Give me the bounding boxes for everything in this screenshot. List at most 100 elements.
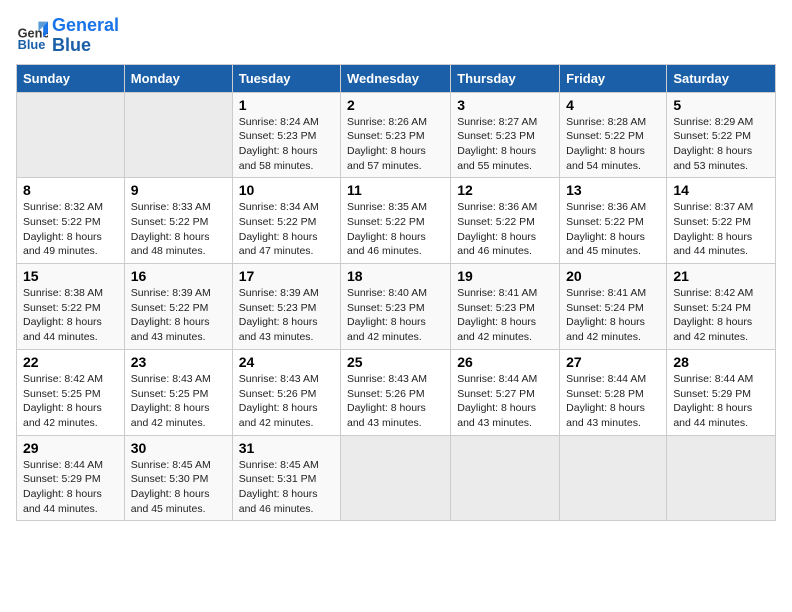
day-number: 16	[131, 268, 226, 284]
calendar-cell: 10 Sunrise: 8:34 AM Sunset: 5:22 PM Dayl…	[232, 178, 340, 264]
calendar-cell: 21 Sunrise: 8:42 AM Sunset: 5:24 PM Dayl…	[667, 264, 776, 350]
day-info: Sunrise: 8:26 AM Sunset: 5:23 PM Dayligh…	[347, 115, 444, 174]
day-number: 14	[673, 182, 769, 198]
day-number: 28	[673, 354, 769, 370]
day-info: Sunrise: 8:43 AM Sunset: 5:25 PM Dayligh…	[131, 372, 226, 431]
weekday-header-friday: Friday	[560, 64, 667, 92]
day-number: 4	[566, 97, 660, 113]
calendar-cell: 2 Sunrise: 8:26 AM Sunset: 5:23 PM Dayli…	[341, 92, 451, 178]
day-info: Sunrise: 8:29 AM Sunset: 5:22 PM Dayligh…	[673, 115, 769, 174]
day-info: Sunrise: 8:44 AM Sunset: 5:29 PM Dayligh…	[673, 372, 769, 431]
day-number: 20	[566, 268, 660, 284]
day-info: Sunrise: 8:35 AM Sunset: 5:22 PM Dayligh…	[347, 200, 444, 259]
calendar-cell	[17, 92, 125, 178]
logo-text: GeneralBlue	[52, 16, 119, 56]
day-number: 24	[239, 354, 334, 370]
day-info: Sunrise: 8:38 AM Sunset: 5:22 PM Dayligh…	[23, 286, 118, 345]
calendar-cell: 28 Sunrise: 8:44 AM Sunset: 5:29 PM Dayl…	[667, 349, 776, 435]
week-row-2: 8 Sunrise: 8:32 AM Sunset: 5:22 PM Dayli…	[17, 178, 776, 264]
day-info: Sunrise: 8:36 AM Sunset: 5:22 PM Dayligh…	[457, 200, 553, 259]
calendar-cell: 18 Sunrise: 8:40 AM Sunset: 5:23 PM Dayl…	[341, 264, 451, 350]
day-number: 13	[566, 182, 660, 198]
day-number: 10	[239, 182, 334, 198]
week-row-5: 29 Sunrise: 8:44 AM Sunset: 5:29 PM Dayl…	[17, 435, 776, 521]
day-info: Sunrise: 8:42 AM Sunset: 5:24 PM Dayligh…	[673, 286, 769, 345]
day-number: 11	[347, 182, 444, 198]
weekday-header-tuesday: Tuesday	[232, 64, 340, 92]
calendar-cell	[341, 435, 451, 521]
day-info: Sunrise: 8:39 AM Sunset: 5:22 PM Dayligh…	[131, 286, 226, 345]
calendar-cell: 30 Sunrise: 8:45 AM Sunset: 5:30 PM Dayl…	[124, 435, 232, 521]
calendar-cell: 14 Sunrise: 8:37 AM Sunset: 5:22 PM Dayl…	[667, 178, 776, 264]
day-number: 18	[347, 268, 444, 284]
day-info: Sunrise: 8:36 AM Sunset: 5:22 PM Dayligh…	[566, 200, 660, 259]
day-number: 9	[131, 182, 226, 198]
day-info: Sunrise: 8:40 AM Sunset: 5:23 PM Dayligh…	[347, 286, 444, 345]
calendar-cell: 19 Sunrise: 8:41 AM Sunset: 5:23 PM Dayl…	[451, 264, 560, 350]
day-info: Sunrise: 8:44 AM Sunset: 5:29 PM Dayligh…	[23, 458, 118, 517]
day-number: 27	[566, 354, 660, 370]
week-row-1: 1 Sunrise: 8:24 AM Sunset: 5:23 PM Dayli…	[17, 92, 776, 178]
calendar-cell: 17 Sunrise: 8:39 AM Sunset: 5:23 PM Dayl…	[232, 264, 340, 350]
day-info: Sunrise: 8:44 AM Sunset: 5:28 PM Dayligh…	[566, 372, 660, 431]
page-header: General Blue GeneralBlue	[16, 16, 776, 56]
calendar-cell: 29 Sunrise: 8:44 AM Sunset: 5:29 PM Dayl…	[17, 435, 125, 521]
weekday-header-monday: Monday	[124, 64, 232, 92]
day-info: Sunrise: 8:39 AM Sunset: 5:23 PM Dayligh…	[239, 286, 334, 345]
calendar-cell	[124, 92, 232, 178]
day-info: Sunrise: 8:45 AM Sunset: 5:31 PM Dayligh…	[239, 458, 334, 517]
day-info: Sunrise: 8:33 AM Sunset: 5:22 PM Dayligh…	[131, 200, 226, 259]
day-info: Sunrise: 8:41 AM Sunset: 5:23 PM Dayligh…	[457, 286, 553, 345]
day-number: 22	[23, 354, 118, 370]
day-info: Sunrise: 8:41 AM Sunset: 5:24 PM Dayligh…	[566, 286, 660, 345]
calendar-cell: 24 Sunrise: 8:43 AM Sunset: 5:26 PM Dayl…	[232, 349, 340, 435]
day-info: Sunrise: 8:44 AM Sunset: 5:27 PM Dayligh…	[457, 372, 553, 431]
day-number: 23	[131, 354, 226, 370]
weekday-header-wednesday: Wednesday	[341, 64, 451, 92]
calendar-cell: 13 Sunrise: 8:36 AM Sunset: 5:22 PM Dayl…	[560, 178, 667, 264]
day-number: 1	[239, 97, 334, 113]
logo: General Blue GeneralBlue	[16, 16, 119, 56]
day-number: 15	[23, 268, 118, 284]
calendar-cell: 9 Sunrise: 8:33 AM Sunset: 5:22 PM Dayli…	[124, 178, 232, 264]
day-number: 5	[673, 97, 769, 113]
calendar-cell: 5 Sunrise: 8:29 AM Sunset: 5:22 PM Dayli…	[667, 92, 776, 178]
day-number: 12	[457, 182, 553, 198]
calendar-cell: 1 Sunrise: 8:24 AM Sunset: 5:23 PM Dayli…	[232, 92, 340, 178]
day-number: 8	[23, 182, 118, 198]
calendar-table: SundayMondayTuesdayWednesdayThursdayFrid…	[16, 64, 776, 522]
calendar-cell: 15 Sunrise: 8:38 AM Sunset: 5:22 PM Dayl…	[17, 264, 125, 350]
week-row-3: 15 Sunrise: 8:38 AM Sunset: 5:22 PM Dayl…	[17, 264, 776, 350]
day-number: 29	[23, 440, 118, 456]
calendar-cell: 22 Sunrise: 8:42 AM Sunset: 5:25 PM Dayl…	[17, 349, 125, 435]
calendar-cell	[560, 435, 667, 521]
day-info: Sunrise: 8:43 AM Sunset: 5:26 PM Dayligh…	[347, 372, 444, 431]
week-row-4: 22 Sunrise: 8:42 AM Sunset: 5:25 PM Dayl…	[17, 349, 776, 435]
day-number: 31	[239, 440, 334, 456]
day-number: 30	[131, 440, 226, 456]
day-info: Sunrise: 8:37 AM Sunset: 5:22 PM Dayligh…	[673, 200, 769, 259]
svg-text:Blue: Blue	[18, 37, 46, 52]
weekday-header-thursday: Thursday	[451, 64, 560, 92]
calendar-cell: 3 Sunrise: 8:27 AM Sunset: 5:23 PM Dayli…	[451, 92, 560, 178]
calendar-cell: 11 Sunrise: 8:35 AM Sunset: 5:22 PM Dayl…	[341, 178, 451, 264]
calendar-cell: 16 Sunrise: 8:39 AM Sunset: 5:22 PM Dayl…	[124, 264, 232, 350]
day-info: Sunrise: 8:32 AM Sunset: 5:22 PM Dayligh…	[23, 200, 118, 259]
day-info: Sunrise: 8:24 AM Sunset: 5:23 PM Dayligh…	[239, 115, 334, 174]
calendar-cell: 8 Sunrise: 8:32 AM Sunset: 5:22 PM Dayli…	[17, 178, 125, 264]
weekday-header-saturday: Saturday	[667, 64, 776, 92]
calendar-cell: 4 Sunrise: 8:28 AM Sunset: 5:22 PM Dayli…	[560, 92, 667, 178]
day-number: 3	[457, 97, 553, 113]
day-info: Sunrise: 8:28 AM Sunset: 5:22 PM Dayligh…	[566, 115, 660, 174]
calendar-cell: 20 Sunrise: 8:41 AM Sunset: 5:24 PM Dayl…	[560, 264, 667, 350]
calendar-cell: 26 Sunrise: 8:44 AM Sunset: 5:27 PM Dayl…	[451, 349, 560, 435]
day-number: 17	[239, 268, 334, 284]
calendar-cell	[667, 435, 776, 521]
day-info: Sunrise: 8:45 AM Sunset: 5:30 PM Dayligh…	[131, 458, 226, 517]
day-number: 2	[347, 97, 444, 113]
day-number: 19	[457, 268, 553, 284]
day-info: Sunrise: 8:43 AM Sunset: 5:26 PM Dayligh…	[239, 372, 334, 431]
calendar-cell	[451, 435, 560, 521]
calendar-cell: 31 Sunrise: 8:45 AM Sunset: 5:31 PM Dayl…	[232, 435, 340, 521]
calendar-cell: 25 Sunrise: 8:43 AM Sunset: 5:26 PM Dayl…	[341, 349, 451, 435]
